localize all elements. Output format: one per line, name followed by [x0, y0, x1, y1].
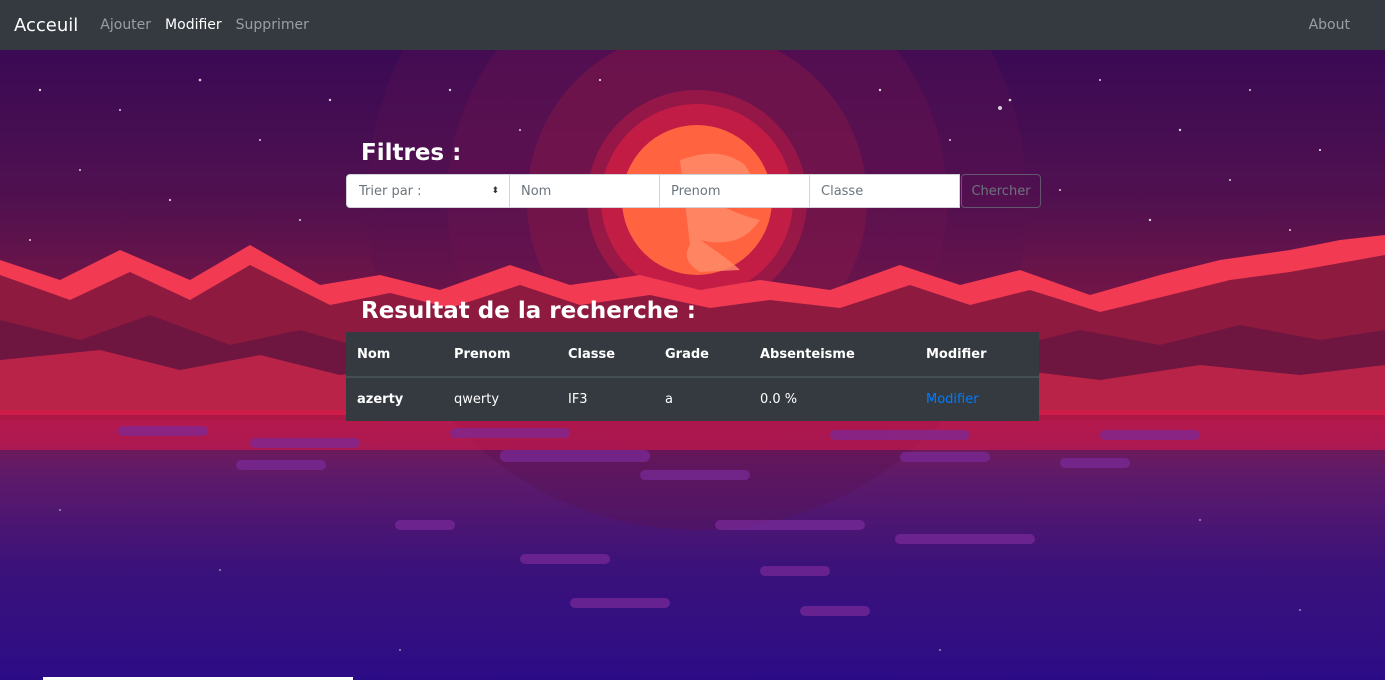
nom-input[interactable] [510, 174, 660, 208]
cell-prenom: qwerty [454, 392, 500, 407]
cell-classe: IF3 [568, 392, 588, 407]
column-header-nom: Nom [346, 332, 443, 378]
filters-form: Trier par : ⬍ Chercher [346, 174, 1041, 208]
filters-heading: Filtres : [361, 140, 462, 166]
column-header-absenteisme: Absenteisme [749, 332, 915, 378]
sort-select[interactable]: Trier par : ⬍ [346, 174, 510, 208]
modifier-row-link[interactable]: Modifier [926, 392, 979, 407]
cell-absenteisme: 0.0 % [760, 392, 798, 407]
classe-input[interactable] [810, 174, 960, 208]
sort-select-value: Trier par : [359, 183, 422, 199]
column-header-grade: Grade [654, 332, 749, 378]
cell-action: Modifier [915, 377, 1039, 421]
results-heading: Resultat de la recherche : [361, 298, 696, 324]
top-navbar: Acceuil Ajouter Modifier Supprimer About [0, 0, 1385, 50]
results-table: Nom Prenom Classe Grade Absenteisme Modi… [346, 332, 1039, 421]
column-header-prenom: Prenom [443, 332, 557, 378]
table-header-row: Nom Prenom Classe Grade Absenteisme Modi… [346, 332, 1039, 378]
nav-link-ajouter[interactable]: Ajouter [100, 17, 151, 33]
table-row: azerty qwerty IF3 a 0.0 % Modifier [346, 377, 1039, 421]
nav-link-supprimer[interactable]: Supprimer [236, 17, 309, 33]
cell-nom: azerty [357, 392, 404, 407]
select-arrows-icon: ⬍ [491, 186, 499, 196]
brand-link[interactable]: Acceuil [14, 15, 78, 36]
column-header-classe: Classe [557, 332, 654, 378]
prenom-input[interactable] [660, 174, 810, 208]
column-header-modifier: Modifier [915, 332, 1039, 378]
nav-link-about[interactable]: About [1309, 17, 1350, 33]
nav-link-modifier[interactable]: Modifier [165, 17, 222, 33]
cell-grade: a [665, 392, 673, 407]
search-button[interactable]: Chercher [961, 174, 1041, 208]
